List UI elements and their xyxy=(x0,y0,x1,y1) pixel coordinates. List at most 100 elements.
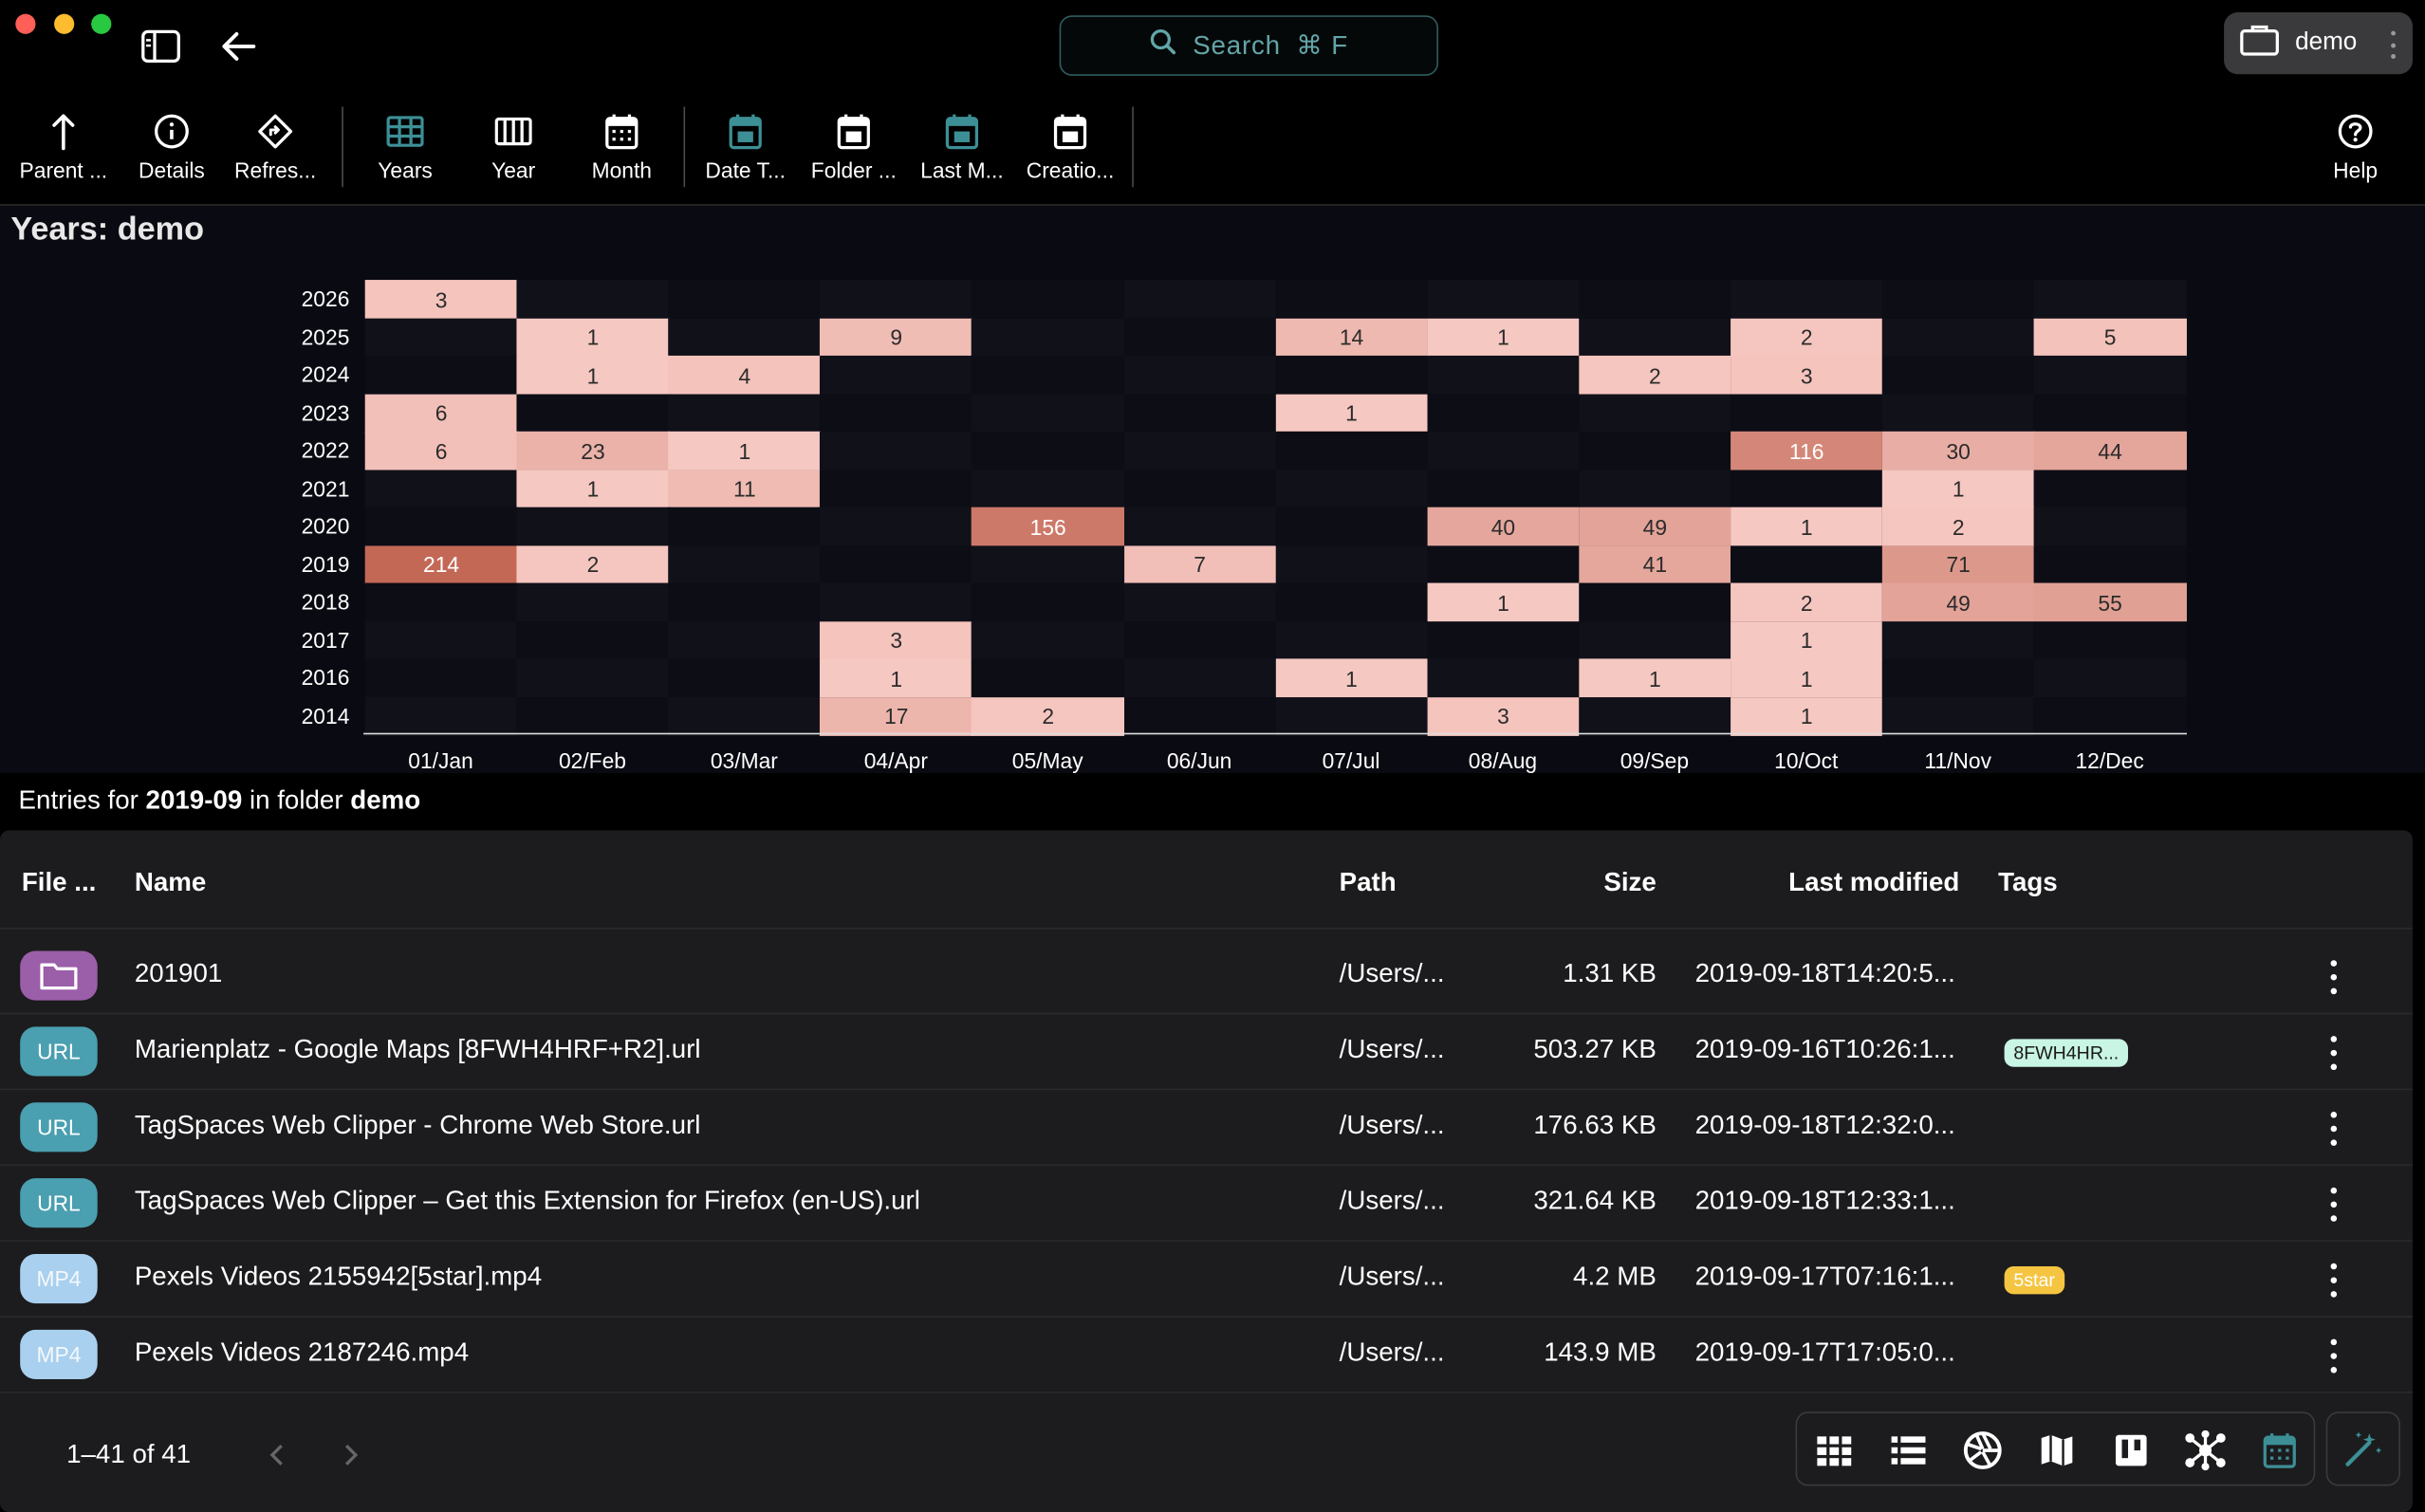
heatmap-cell[interactable] xyxy=(1427,620,1580,660)
heatmap-cell[interactable]: 6 xyxy=(364,431,518,470)
kanban-icon[interactable] xyxy=(2106,1426,2156,1475)
sidebar-toggle-icon[interactable] xyxy=(139,25,183,68)
heatmap-cell[interactable] xyxy=(1123,393,1276,433)
heatmap-cell[interactable]: 1 xyxy=(668,431,822,470)
heatmap-cell[interactable] xyxy=(820,507,973,546)
heatmap-cell[interactable]: 55 xyxy=(2033,582,2187,622)
heatmap-cell[interactable]: 4 xyxy=(668,355,822,395)
folder-icon[interactable] xyxy=(20,950,98,1001)
heatmap-cell[interactable] xyxy=(2033,544,2187,584)
heatmap-cell[interactable]: 2 xyxy=(1730,582,1883,622)
last-modified-button[interactable]: Last M... xyxy=(908,105,1016,198)
heatmap-cell[interactable]: 40 xyxy=(1427,507,1580,546)
refresh-button[interactable]: Refres... xyxy=(221,105,329,198)
heatmap-cell[interactable] xyxy=(2033,658,2187,698)
more-vert-icon[interactable] xyxy=(2323,1112,2344,1146)
heatmap-cell[interactable]: 49 xyxy=(1881,582,2035,622)
heatmap-cell[interactable]: 1 xyxy=(1730,658,1883,698)
heatmap-cell[interactable] xyxy=(1123,582,1276,622)
date-tag-button[interactable]: Date T... xyxy=(692,105,800,198)
heatmap-cell[interactable] xyxy=(1123,469,1276,508)
heatmap-cell[interactable] xyxy=(1275,696,1428,736)
heatmap-cell[interactable] xyxy=(364,317,518,357)
heatmap-cell[interactable] xyxy=(972,658,1125,698)
heatmap-cell[interactable]: 5 xyxy=(2033,317,2187,357)
heatmap-cell[interactable] xyxy=(972,582,1125,622)
file-type-badge[interactable]: URL xyxy=(20,1178,98,1228)
heatmap-cell[interactable]: 1 xyxy=(516,469,670,508)
table-row[interactable]: MP4 Pexels Videos 2187246.mp4/Users/... 14… xyxy=(0,1318,2413,1393)
heatmap-cell[interactable]: 156 xyxy=(972,507,1125,546)
heatmap-cell[interactable]: 23 xyxy=(516,431,670,470)
more-vert-icon[interactable] xyxy=(2323,1187,2344,1222)
heatmap-cell[interactable] xyxy=(364,355,518,395)
heatmap-cell[interactable] xyxy=(1427,658,1580,698)
heatmap-cell[interactable] xyxy=(1881,317,2035,357)
heatmap-cell[interactable] xyxy=(972,355,1125,395)
heatmap-cell[interactable] xyxy=(1123,355,1276,395)
heatmap-cell[interactable] xyxy=(668,393,822,433)
heatmap-cell[interactable]: 1 xyxy=(1275,658,1428,698)
heatmap-cell[interactable] xyxy=(1275,544,1428,584)
heatmap-cell[interactable] xyxy=(1275,355,1428,395)
parent-folder-button[interactable]: Parent ... xyxy=(9,105,118,198)
heatmap-cell[interactable] xyxy=(1123,658,1276,698)
heatmap-cell[interactable] xyxy=(516,696,670,736)
calendar-view-icon[interactable] xyxy=(2255,1426,2305,1475)
more-vert-icon[interactable] xyxy=(2323,1036,2344,1071)
heatmap-cell[interactable] xyxy=(820,544,973,584)
heatmap-cell[interactable] xyxy=(668,280,822,319)
zoom-window-button[interactable] xyxy=(91,13,112,34)
heatmap-cell[interactable]: 1 xyxy=(1881,469,2035,508)
heatmap-cell[interactable] xyxy=(516,507,670,546)
heatmap-cell[interactable]: 1 xyxy=(1579,658,1731,698)
heatmap-cell[interactable] xyxy=(972,317,1125,357)
heatmap-cell[interactable] xyxy=(1123,620,1276,660)
heatmap-cell[interactable] xyxy=(364,696,518,736)
heatmap-cell[interactable] xyxy=(1275,582,1428,622)
heatmap-cell[interactable] xyxy=(2033,355,2187,395)
heatmap-cell[interactable]: 214 xyxy=(364,544,518,584)
heatmap-cell[interactable] xyxy=(2033,507,2187,546)
heatmap-cell[interactable]: 49 xyxy=(1579,507,1731,546)
heatmap-cell[interactable]: 9 xyxy=(820,317,973,357)
heatmap-cell[interactable] xyxy=(1579,620,1731,660)
grid-view-icon[interactable] xyxy=(1809,1426,1859,1475)
heatmap-cell[interactable] xyxy=(1579,280,1731,319)
heatmap-cell[interactable] xyxy=(2033,469,2187,508)
heatmap-cell[interactable] xyxy=(668,507,822,546)
heatmap-cell[interactable] xyxy=(1730,280,1883,319)
heatmap-cell[interactable] xyxy=(2033,696,2187,736)
tag-chip[interactable]: 8FWH4HR... xyxy=(2004,1039,2129,1067)
heatmap-cell[interactable] xyxy=(516,658,670,698)
heatmap-cell[interactable]: 1 xyxy=(1730,696,1883,736)
heatmap-cell[interactable] xyxy=(516,582,670,622)
column-header-path[interactable]: Path xyxy=(1340,867,1397,898)
heatmap-cell[interactable]: 3 xyxy=(364,280,518,319)
heatmap-cell[interactable]: 1 xyxy=(1427,317,1580,357)
heatmap-cell[interactable] xyxy=(972,393,1125,433)
heatmap-cell[interactable] xyxy=(1881,393,2035,433)
heatmap-cell[interactable]: 1 xyxy=(1730,620,1883,660)
heatmap-cell[interactable] xyxy=(668,696,822,736)
heatmap-cell[interactable]: 30 xyxy=(1881,431,2035,470)
heatmap-cell[interactable] xyxy=(2033,393,2187,433)
heatmap-cell[interactable] xyxy=(1730,544,1883,584)
heatmap-cell[interactable] xyxy=(516,620,670,660)
heatmap-cell[interactable] xyxy=(820,582,973,622)
heatmap-cell[interactable] xyxy=(820,431,973,470)
heatmap-cell[interactable] xyxy=(364,658,518,698)
heatmap-cell[interactable] xyxy=(1427,355,1580,395)
heatmap-cell[interactable] xyxy=(972,620,1125,660)
heatmap-cell[interactable]: 11 xyxy=(668,469,822,508)
chevron-right-icon[interactable] xyxy=(337,1438,364,1472)
heatmap-cell[interactable] xyxy=(1881,355,2035,395)
gallery-aperture-icon[interactable] xyxy=(1958,1426,2008,1475)
help-button[interactable]: Help xyxy=(2302,105,2410,198)
heatmap-cell[interactable] xyxy=(820,469,973,508)
column-header-file-type[interactable]: File ... xyxy=(22,867,97,898)
heatmap-cell[interactable] xyxy=(1123,431,1276,470)
heatmap-cell[interactable]: 2 xyxy=(1881,507,2035,546)
heatmap-cell[interactable] xyxy=(364,620,518,660)
more-vert-icon[interactable] xyxy=(2391,30,2397,59)
